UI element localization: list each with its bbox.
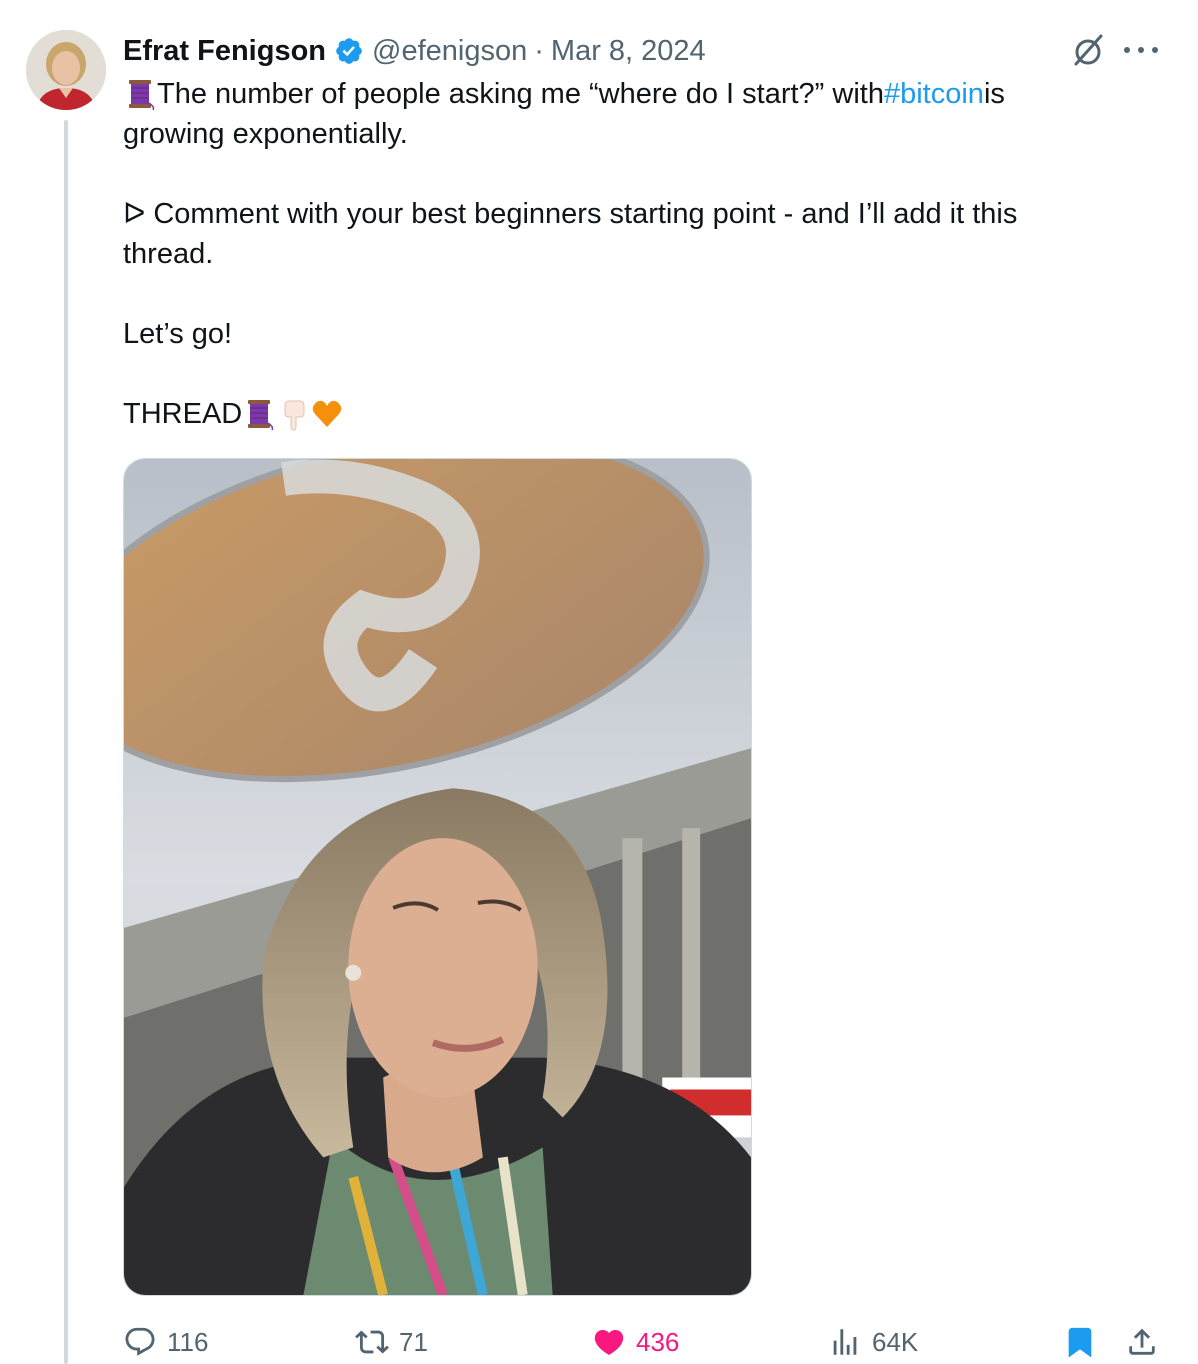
views-count: 64K xyxy=(872,1326,919,1357)
like-count: 436 xyxy=(636,1326,680,1357)
tweet-line: thread. xyxy=(123,234,1123,274)
tweet-line: ᐅ Comment with your best beginners start… xyxy=(123,194,1123,234)
tweet-text-line1-start: The number of people asking me “where do… xyxy=(157,78,884,110)
like-icon xyxy=(594,1329,624,1355)
grok-icon[interactable] xyxy=(1068,30,1108,70)
repost-icon xyxy=(355,1330,389,1354)
avatar-image xyxy=(26,30,106,110)
more-dot xyxy=(1152,47,1158,53)
share-button[interactable] xyxy=(1125,1320,1159,1364)
bookmark-button[interactable] xyxy=(1063,1320,1097,1364)
reply-button[interactable]: 116 xyxy=(123,1320,208,1364)
tweet-text-line7: Let’s go! xyxy=(123,318,233,350)
pointing-down-emoji xyxy=(276,397,310,431)
hashtag-link[interactable]: #bitcoin xyxy=(884,74,984,114)
tweet-photo[interactable] xyxy=(123,458,752,1296)
tweet-line: The number of people asking me “where do… xyxy=(123,74,1123,114)
tweet-text-line1-end: is xyxy=(983,78,1005,110)
thread-connector-line xyxy=(64,120,68,1364)
reply-icon xyxy=(125,1327,155,1356)
more-dot xyxy=(1124,47,1130,53)
tweet-line: growing exponentially. xyxy=(123,114,1123,154)
selfie-photo xyxy=(124,459,751,1295)
tweet-body: The number of people asking me “where do… xyxy=(123,74,1123,434)
bookmark-icon xyxy=(1068,1327,1092,1358)
tweet-date[interactable]: Mar 8, 2024 xyxy=(551,35,706,68)
header-separator: · xyxy=(534,34,544,67)
reply-count: 116 xyxy=(167,1326,209,1357)
thread-spool-emoji xyxy=(123,77,157,111)
tweet-header: Efrat Fenigson @efenigson · Mar 8, 2024 xyxy=(123,31,706,71)
more-icon[interactable] xyxy=(1124,38,1158,62)
orange-heart-emoji xyxy=(310,397,344,431)
tweet-text-line4: ᐅ Comment with your best beginners start… xyxy=(123,198,1018,230)
tweet-actions: 116 71 436 64K xyxy=(0,1320,1198,1364)
share-icon xyxy=(1129,1328,1155,1355)
tweet-line: THREAD xyxy=(123,394,1123,434)
tweet-line: Let’s go! xyxy=(123,314,1123,354)
repost-button[interactable]: 71 xyxy=(355,1320,428,1364)
thread-spool-emoji xyxy=(242,397,276,431)
tweet-text-line9: THREAD xyxy=(123,398,243,430)
avatar[interactable] xyxy=(26,30,106,110)
more-dot xyxy=(1138,47,1144,53)
tweet-text-line5: thread. xyxy=(123,238,214,270)
views-icon xyxy=(833,1329,857,1355)
author-display-name[interactable]: Efrat Fenigson xyxy=(123,35,326,68)
author-handle[interactable]: @efenigson xyxy=(372,35,527,68)
like-button[interactable]: 436 xyxy=(592,1320,679,1364)
tweet-text-line2: growing exponentially. xyxy=(123,118,408,150)
views-button[interactable]: 64K xyxy=(828,1320,918,1364)
repost-count: 71 xyxy=(399,1326,428,1357)
verified-badge-icon[interactable] xyxy=(334,36,364,66)
